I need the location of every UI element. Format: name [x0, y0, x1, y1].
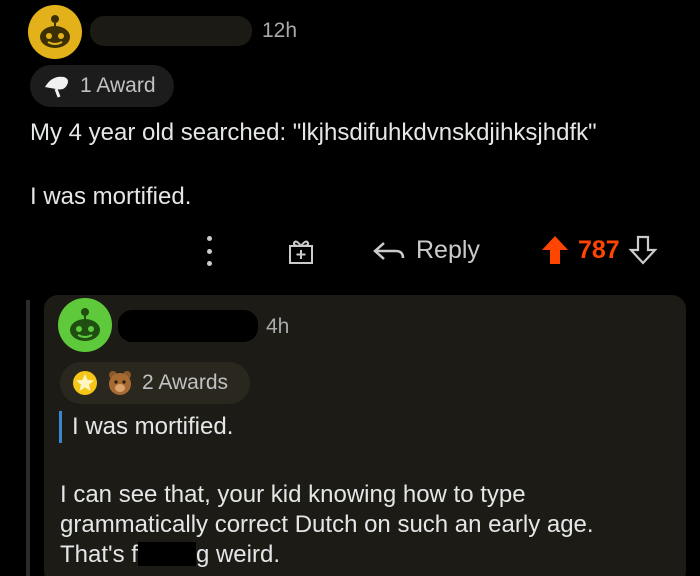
more-options-icon[interactable]	[205, 236, 213, 266]
bear-award-icon	[109, 371, 131, 395]
avatar-parent[interactable]	[28, 5, 82, 59]
reply-text-after-censor: g weird.	[195, 541, 280, 568]
comment-timestamp: 4h	[266, 315, 290, 338]
award-pill[interactable]: 2 Awards	[60, 362, 250, 404]
reply-label: Reply	[416, 236, 480, 264]
comment-body-line: I was mortified.	[30, 183, 192, 210]
thread-line[interactable]	[26, 300, 30, 576]
reply-arrow-icon	[373, 241, 405, 260]
star-award-icon	[73, 371, 97, 395]
reply-body: I can see that, your kid knowing how to …	[60, 480, 680, 570]
reply-text-before-censor: That's f	[60, 541, 138, 568]
comment-timestamp: 12h	[262, 19, 298, 42]
reply-body-line: I can see that, your kid knowing how to …	[60, 481, 526, 508]
award-icon	[45, 76, 68, 98]
snoo-avatar-icon	[40, 15, 70, 48]
snoo-avatar-icon	[70, 308, 100, 341]
upvote-icon[interactable]	[540, 234, 570, 266]
avatar-reply[interactable]	[58, 298, 112, 352]
quote-bar	[59, 411, 62, 443]
reply-body-line: That's f g weird.	[60, 540, 680, 570]
downvote-icon[interactable]	[628, 234, 658, 266]
award-count-label: 1 Award	[80, 74, 156, 97]
comment-body-line: My 4 year old searched: "lkjhsdifuhkdvns…	[30, 119, 597, 146]
reply-button[interactable]: Reply	[372, 236, 480, 265]
username-redacted[interactable]	[118, 310, 258, 342]
award-count-label: 2 Awards	[142, 371, 228, 394]
reply-body-line: grammatically correct Dutch on such an e…	[60, 511, 594, 538]
quoted-text: I was mortified.	[72, 413, 234, 440]
vote-controls: 787	[540, 234, 658, 266]
vote-score: 787	[578, 235, 620, 264]
award-pill[interactable]: 1 Award	[30, 65, 174, 107]
censor-block	[137, 542, 196, 566]
gift-icon[interactable]	[286, 236, 316, 266]
username-redacted[interactable]	[90, 16, 252, 46]
